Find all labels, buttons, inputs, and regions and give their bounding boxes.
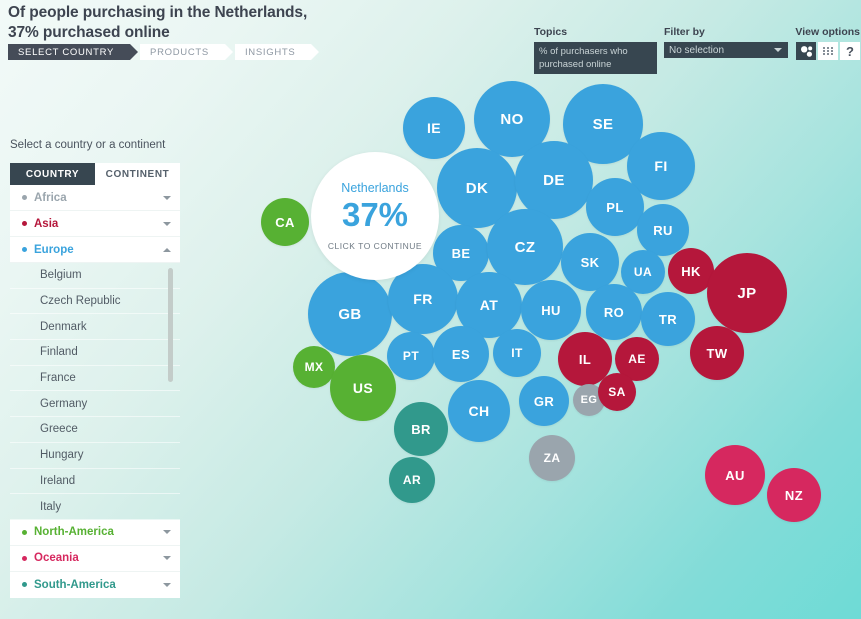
- bubble-br[interactable]: BR: [394, 402, 448, 456]
- bubble-label: AR: [402, 473, 422, 487]
- bubble-label: FR: [413, 291, 433, 307]
- bubble-tw[interactable]: TW: [690, 326, 744, 380]
- bubble-sa[interactable]: SA: [598, 373, 636, 411]
- bubble-label: EG: [580, 394, 598, 406]
- tooltip-cta: CLICK TO CONTINUE: [327, 241, 423, 251]
- bubble-label: TW: [706, 345, 728, 361]
- bubble-label: SE: [592, 115, 614, 133]
- bubble-us[interactable]: US: [330, 355, 396, 421]
- bubble-label: MX: [304, 360, 324, 374]
- bubble-mx[interactable]: MX: [293, 346, 335, 388]
- tooltip-country-name: Netherlands: [341, 181, 409, 195]
- bubble-hu[interactable]: HU: [521, 280, 581, 340]
- bubble-pt[interactable]: PT: [387, 332, 435, 380]
- bubble-gb[interactable]: GB: [308, 272, 392, 356]
- bubble-label: NO: [500, 110, 524, 128]
- bubble-label: RO: [603, 304, 625, 320]
- bubble-label: HK: [681, 263, 701, 279]
- breadcrumb-arrow-icon: [311, 44, 320, 60]
- bubble-label: NZ: [784, 487, 804, 503]
- bubble-nz[interactable]: NZ: [767, 468, 821, 522]
- country-tooltip[interactable]: Netherlands 37% CLICK TO CONTINUE: [311, 152, 439, 280]
- bubble-jp[interactable]: JP: [707, 253, 787, 333]
- bubble-au[interactable]: AU: [705, 445, 765, 505]
- bubble-label: AT: [479, 297, 499, 313]
- bubble-label: JP: [737, 284, 757, 302]
- tooltip-value: 37%: [341, 196, 409, 233]
- bubble-label: TR: [658, 311, 678, 327]
- bubble-it[interactable]: IT: [493, 329, 541, 377]
- bubble-ca[interactable]: CA: [261, 198, 309, 246]
- bubble-label: AE: [628, 352, 646, 366]
- bubble-ch[interactable]: CH: [448, 380, 510, 442]
- bubble-sk[interactable]: SK: [561, 233, 619, 291]
- bubble-label: DK: [465, 179, 489, 197]
- bubble-gr[interactable]: GR: [519, 376, 569, 426]
- bubble-de[interactable]: DE: [515, 141, 593, 219]
- bubble-label: DE: [543, 171, 565, 189]
- bubble-label: IL: [578, 351, 592, 367]
- bubble-label: PT: [402, 349, 420, 363]
- bubble-label: UA: [633, 265, 653, 279]
- bubble-label: SA: [608, 385, 626, 399]
- bubble-label: ZA: [543, 451, 561, 465]
- bubble-label: PL: [606, 199, 624, 215]
- bubble-label: SK: [580, 254, 600, 270]
- bubble-label: RU: [653, 222, 673, 238]
- bubble-label: BR: [411, 421, 431, 437]
- bubble-pl[interactable]: PL: [586, 178, 644, 236]
- bubble-chart-app: Of people purchasing in the Netherlands,…: [0, 0, 861, 619]
- breadcrumb-arrow-icon: [224, 44, 233, 60]
- bubble-ar[interactable]: AR: [389, 457, 435, 503]
- bubble-chart: CA IE NO SE FI DK DE PL RU BE CZ SK UA HK JP GB FR AT HU RO…: [0, 0, 861, 619]
- bubble-label: ES: [451, 346, 471, 362]
- bubble-label: GB: [338, 305, 362, 323]
- bubble-label: IT: [511, 346, 523, 360]
- bubble-tr[interactable]: TR: [641, 292, 695, 346]
- bubble-label: BE: [451, 245, 471, 261]
- bubble-label: CZ: [514, 238, 536, 256]
- bubble-label: AU: [725, 467, 745, 483]
- bubble-es[interactable]: ES: [433, 326, 489, 382]
- bubble-label: US: [352, 380, 374, 396]
- bubble-ro[interactable]: RO: [586, 284, 642, 340]
- bubble-label: GR: [533, 393, 555, 409]
- bubble-ie[interactable]: IE: [403, 97, 465, 159]
- bubble-label: IE: [426, 120, 442, 136]
- bubble-label: CA: [275, 214, 295, 230]
- bubble-za[interactable]: ZA: [529, 435, 575, 481]
- bubble-label: HU: [541, 302, 561, 318]
- bubble-label: CH: [468, 403, 490, 419]
- breadcrumb-arrow-icon: [130, 44, 139, 60]
- bubble-label: FI: [654, 158, 668, 174]
- bubble-ru[interactable]: RU: [637, 204, 689, 256]
